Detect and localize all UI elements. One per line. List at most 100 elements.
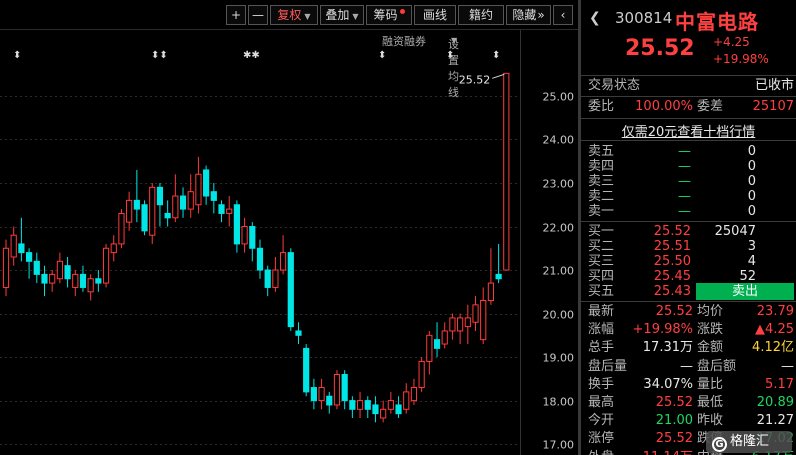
weicha-value: 25107 — [752, 99, 794, 114]
appointment-button[interactable]: 籍约 — [458, 5, 504, 25]
fuquan-dropdown[interactable]: 复权 ▼ — [270, 5, 318, 25]
candle-down — [141, 204, 148, 232]
level2-upgrade-link[interactable]: 仅需20元查看十档行情 — [581, 121, 796, 140]
kline-chart[interactable]: 25.00 24.00 23.00 22.00 21.00 20.00 19.00 18.00… — [0, 0, 578, 455]
sell-button[interactable]: 卖出 — [696, 283, 794, 300]
weicha-label: 委差 — [697, 99, 724, 114]
candle-up — [380, 408, 387, 419]
event-marker[interactable]: ⬍⬍ — [151, 50, 168, 61]
quote-panel: ❮ 300814 中富电路 25.52 +4.25 +19.98% 交易状态 已… — [581, 0, 796, 455]
stat-label: 总手 — [588, 340, 615, 356]
stat-value: — — [781, 358, 794, 374]
candle-up — [187, 191, 194, 210]
stat-value: 23.79 — [756, 304, 794, 319]
y-tick-label: 25.00 — [543, 91, 575, 104]
candle-up — [487, 282, 495, 301]
candle-up — [449, 317, 456, 332]
candle-up — [387, 400, 394, 410]
candle-down — [18, 243, 25, 254]
watermark-text: 格隆汇 — [730, 434, 770, 449]
event-marker[interactable]: ⬍ — [492, 50, 500, 61]
overlay-label: 叠加 — [325, 8, 350, 22]
event-marker[interactable]: ✱✱ — [243, 50, 260, 61]
chips-label: 筹码 — [373, 8, 398, 22]
stat-label: 今开 — [588, 413, 615, 429]
candle-down — [349, 400, 356, 410]
stat-label: 量比 — [697, 376, 724, 392]
candle-down — [164, 212, 171, 219]
level-price: 25.43 — [653, 284, 691, 299]
stat-value: 25.52 — [655, 304, 693, 319]
candle-down — [256, 247, 264, 271]
trade-status-label: 交易状态 — [588, 78, 641, 93]
divider — [581, 118, 796, 119]
kline-svg[interactable]: 25.00 24.00 23.00 22.00 21.00 20.00 19.00 18.00… — [0, 0, 578, 455]
level-price: — — [678, 189, 691, 204]
event-markers: ⬍ ⬍⬍ ✱✱ ⬍ ⬍ ⬍ — [0, 50, 520, 64]
y-tick-label: 22.00 — [543, 222, 575, 235]
last-price-pointer — [492, 73, 505, 79]
candle-down — [33, 260, 40, 275]
level-label: 卖五 — [588, 144, 615, 159]
candle-down — [218, 204, 225, 214]
candle-up — [418, 360, 425, 389]
stat-label: 金额 — [697, 340, 724, 356]
stat-row: 涨幅 +19.98% 涨跌 ▲4.25 — [581, 320, 796, 339]
candle-up — [441, 330, 448, 345]
stat-value: 25.52 — [655, 431, 693, 447]
overlay-dropdown[interactable]: 叠加 ▼ — [320, 5, 364, 25]
level-price: 25.51 — [653, 239, 691, 254]
level-label: 卖四 — [588, 159, 615, 174]
back-arrow-icon[interactable]: ❮ — [589, 10, 601, 26]
draw-line-button[interactable]: 画线 — [414, 5, 456, 25]
candle-up — [102, 247, 110, 284]
candle-up — [403, 391, 410, 410]
stat-label: 盘后额 — [697, 358, 737, 374]
candle-down — [203, 169, 210, 197]
price-change: +4.25 — [713, 35, 750, 49]
zoom-in-button[interactable]: + — [226, 5, 246, 25]
price-axis-divider — [520, 30, 521, 455]
zoom-out-button[interactable]: — — [248, 5, 268, 25]
y-tick-label: 20.00 — [543, 309, 575, 322]
y-tick-label: 24.00 — [543, 134, 575, 147]
margin-trading-link[interactable]: 融资融券 — [382, 33, 426, 49]
stat-label: 盘后量 — [588, 358, 628, 374]
candle-up — [426, 334, 433, 362]
candle-down — [210, 191, 217, 201]
level-qty: 0 — [747, 159, 756, 174]
candle-down — [326, 395, 333, 406]
ma-settings-label: 设置均线 — [448, 38, 459, 99]
event-marker[interactable]: ⬍ — [446, 50, 454, 61]
candle-down — [264, 269, 271, 288]
indicator-subbar: 融资融券 设置均线 ▼ — [0, 30, 520, 99]
hide-button[interactable]: 隐藏» — [506, 5, 551, 25]
candle-up — [195, 173, 202, 206]
candle-up — [472, 304, 479, 323]
double-chevron-right-icon: » — [537, 8, 545, 22]
stat-label: 昨收 — [697, 413, 724, 429]
stock-name: 中富电路 — [675, 10, 759, 34]
sell-level-1: 卖一 — 0 — [581, 204, 796, 219]
chart-toolbar: + — 复权 ▼ 叠加 ▼ 筹码 画线 籍约 隐藏» ‹ — [0, 0, 578, 30]
stat-value: +19.98% — [632, 322, 693, 338]
level-price: — — [678, 174, 691, 189]
event-marker[interactable]: ⬍ — [13, 50, 21, 61]
stat-label: 外盘 — [588, 448, 614, 455]
y-tick-label: 23.00 — [543, 178, 575, 191]
event-marker[interactable]: ⬍ — [378, 50, 386, 61]
buy-level-4: 买四 25.45 52 — [581, 269, 796, 284]
caret-down-icon: ▼ — [451, 36, 458, 45]
candle-up — [118, 212, 125, 245]
candle-up — [356, 400, 364, 410]
level-label: 卖二 — [588, 189, 615, 204]
level-price: — — [678, 159, 691, 174]
candle-down — [295, 330, 302, 336]
chips-button[interactable]: 筹码 — [366, 5, 412, 25]
divider — [581, 221, 796, 222]
level-price: — — [678, 144, 691, 159]
watermark: G 格隆汇 — [706, 431, 792, 453]
collapse-panel-button[interactable]: ‹ — [553, 5, 573, 25]
level-label: 买四 — [588, 269, 615, 284]
candle-up — [2, 247, 10, 288]
